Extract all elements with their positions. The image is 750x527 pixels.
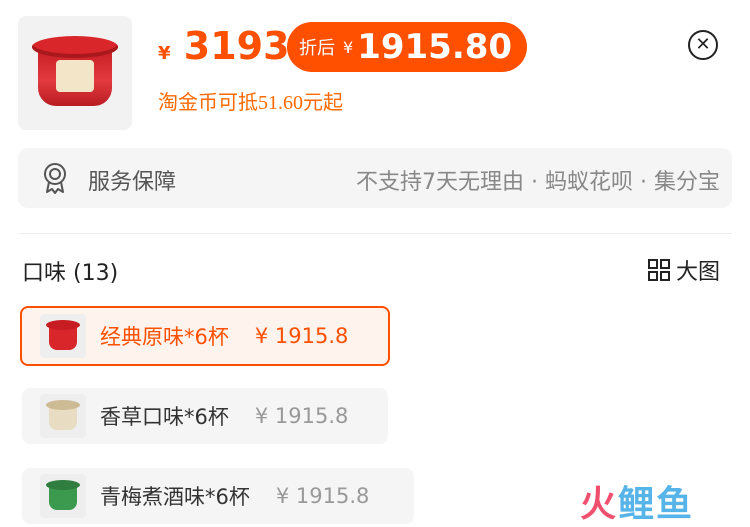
cup-image-label (56, 60, 94, 92)
discount-price-badge: 折后 ¥ 1915.80 (287, 22, 527, 72)
divider (18, 233, 732, 234)
service-guarantee-bar[interactable]: 服务保障 不支持7天无理由 · 蚂蚁花呗 · 集分宝 (18, 148, 732, 208)
flavor-thumbnail (40, 474, 86, 518)
flavor-option-vanilla[interactable]: 香草口味*6杯 ¥ 1915.8 (22, 388, 388, 444)
coin-deduction-text: 淘金币可抵51.60元起 (158, 92, 343, 114)
service-title: 服务保障 (88, 170, 177, 195)
flavor-option-plum-wine[interactable]: 青梅煮酒味*6杯 ¥ 1915.8 (22, 468, 414, 524)
flavor-price: ¥ 1915.8 (275, 484, 370, 508)
grid-icon (648, 259, 670, 281)
flavor-option-classic[interactable]: 经典原味*6杯 ¥ 1915.8 (20, 306, 390, 366)
discount-price: 1915.80 (357, 27, 513, 67)
flavor-price: ¥ 1915.8 (254, 324, 349, 348)
close-icon: ✕ (695, 34, 711, 55)
flavor-thumbnail (40, 394, 86, 438)
flavor-name: 青梅煮酒味*6杯 (100, 485, 250, 509)
price-currency: ¥ (158, 43, 171, 64)
product-thumbnail[interactable] (18, 16, 132, 130)
big-view-label: 大图 (676, 260, 721, 285)
price-value: 3193 (183, 24, 290, 68)
discount-label: 折后 (299, 38, 335, 59)
cup-image-lid (32, 36, 118, 58)
watermark-logo: 火鲤鱼 (580, 484, 695, 525)
flavor-price: ¥ 1915.8 (254, 404, 349, 428)
flavor-thumbnail (40, 314, 86, 358)
original-price: ¥ 3193 (158, 24, 290, 68)
flavor-section-title: 口味 (13) (22, 261, 119, 286)
discount-currency: ¥ (343, 37, 354, 57)
close-button[interactable]: ✕ (688, 30, 718, 60)
big-view-button[interactable]: 大图 (648, 254, 720, 286)
flavor-name: 香草口味*6杯 (100, 405, 229, 429)
flavor-name: 经典原味*6杯 (100, 325, 229, 349)
service-description: 不支持7天无理由 · 蚂蚁花呗 · 集分宝 (356, 170, 720, 195)
award-badge-icon (44, 163, 66, 194)
